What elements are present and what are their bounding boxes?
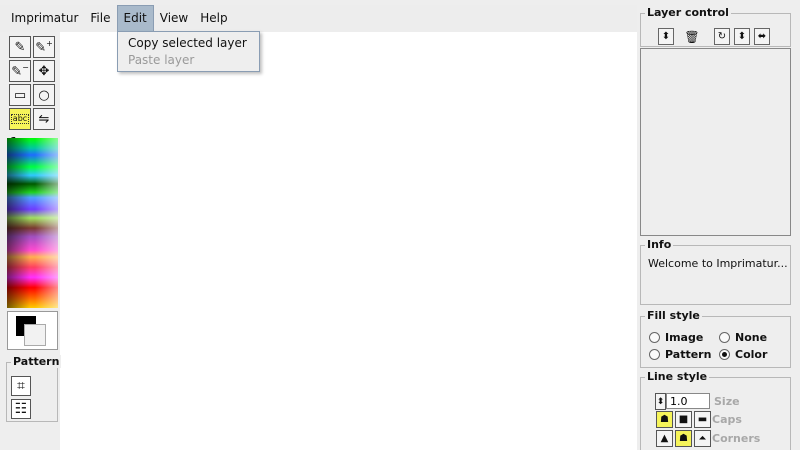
info-panel: Info Welcome to Imprimatur... [640,238,791,305]
ellipse-tool-button[interactable]: ○ [33,84,55,106]
copy-selected-layer-item[interactable]: Copy selected layer [118,35,259,52]
rectangle-icon: ▭ [13,87,27,103]
move-tool-button[interactable]: ✥ [33,60,55,82]
fill-image-radio[interactable]: Image [649,331,703,344]
caps-label: Caps [712,413,742,426]
swap-tool-button[interactable]: ⇋ [33,108,55,130]
pattern-panel: Pattern ⌗ ☷ [6,355,62,422]
fill-pattern-radio[interactable]: Pattern [649,348,711,361]
corner-miter-button[interactable]: ▲ [656,430,673,447]
edit-dropdown-menu: Copy selected layer Paste layer [117,31,260,72]
menu-help[interactable]: Help [194,5,233,32]
pen-minus-icon: ✎− [11,62,29,80]
layer-order-button[interactable]: ⬍ [658,28,674,45]
cap-square-button[interactable]: ■ [675,411,692,428]
drawing-canvas[interactable] [60,32,637,450]
color-swatch [7,311,58,350]
pen-icon: ✎ [14,39,26,55]
fill-image-label: Image [665,331,704,344]
delete-layer-button[interactable]: 🗑 [684,28,700,45]
pattern-tile-2[interactable]: ☷ [11,399,31,419]
pattern-tile-1[interactable]: ⌗ [11,376,31,396]
fill-color-label: Color [735,348,768,361]
corner-bevel-icon: ⏶ [698,433,707,444]
info-title: Info [645,238,674,251]
menu-file[interactable]: File [84,5,116,32]
fill-color-radio[interactable]: Color [719,348,767,361]
corner-round-icon: ☗ [679,433,688,444]
flip-vertical-icon: ⬍ [737,31,747,42]
fill-none-label: None [735,331,768,344]
spinner-icon: ⬍ [656,396,665,407]
move-icon: ✥ [38,63,50,79]
pen-tool-button[interactable]: ✎ [9,36,31,58]
corner-round-button[interactable]: ☗ [675,430,692,447]
fill-pattern-label: Pattern [665,348,712,361]
ellipse-icon: ○ [38,87,50,103]
text-tool-button[interactable]: abc [9,108,31,130]
pen-plus-icon: ✎+ [35,38,53,56]
fill-style-panel: Fill style Image None Pattern Color [640,309,791,368]
cap-butt-button[interactable]: ▬ [694,411,711,428]
paste-layer-item: Paste layer [128,53,195,67]
menu-edit[interactable]: Edit [116,5,154,32]
flip-horizontal-icon: ⬌ [757,31,767,42]
text-icon: abc [10,114,30,124]
pattern-swatch-icon: ⌗ [17,378,25,394]
line-style-title: Line style [645,370,710,383]
flip-horizontal-button[interactable]: ⬌ [754,28,770,45]
rotate-icon: ↻ [717,31,727,42]
cap-round-button[interactable]: ☗ [656,411,673,428]
layer-move-icon: ⬍ [661,31,671,42]
size-label: Size [714,395,740,408]
corners-label: Corners [712,432,761,445]
line-size-input[interactable] [666,393,710,409]
cap-butt-icon: ▬ [697,414,708,425]
size-spinner-button[interactable]: ⬍ [655,393,666,410]
background-color[interactable] [24,324,46,346]
swap-icon: ⇋ [38,111,50,127]
menu-bar: Imprimatur File Edit View Help [0,5,637,32]
cap-square-icon: ■ [678,414,689,425]
cap-round-icon: ☗ [660,414,669,425]
fill-style-title: Fill style [645,309,702,322]
pen-plus-tool-button[interactable]: ✎+ [33,36,55,58]
radio-icon [649,332,660,343]
pattern-title: Pattern [11,355,62,368]
info-message: Welcome to Imprimatur... [648,257,788,270]
pattern-swatch-icon: ☷ [14,401,28,417]
rotate-layer-button[interactable]: ↻ [714,28,730,45]
corner-miter-icon: ▲ [660,433,669,444]
layer-list[interactable] [640,48,791,236]
pen-minus-tool-button[interactable]: ✎− [9,60,31,82]
layer-control-title: Layer control [645,6,731,19]
layer-control-panel: Layer control ⬍ 🗑 ↻ ⬍ ⬌ [640,6,791,47]
trash-icon: 🗑 [684,29,700,44]
menu-imprimatur[interactable]: Imprimatur [5,5,84,32]
radio-icon [719,332,730,343]
radio-icon [649,349,660,360]
color-palette[interactable] [7,138,58,308]
rectangle-tool-button[interactable]: ▭ [9,84,31,106]
menu-view[interactable]: View [154,5,194,32]
fill-none-radio[interactable]: None [719,331,767,344]
corner-bevel-button[interactable]: ⏶ [694,430,711,447]
radio-checked-icon [719,349,730,360]
flip-vertical-button[interactable]: ⬍ [734,28,750,45]
